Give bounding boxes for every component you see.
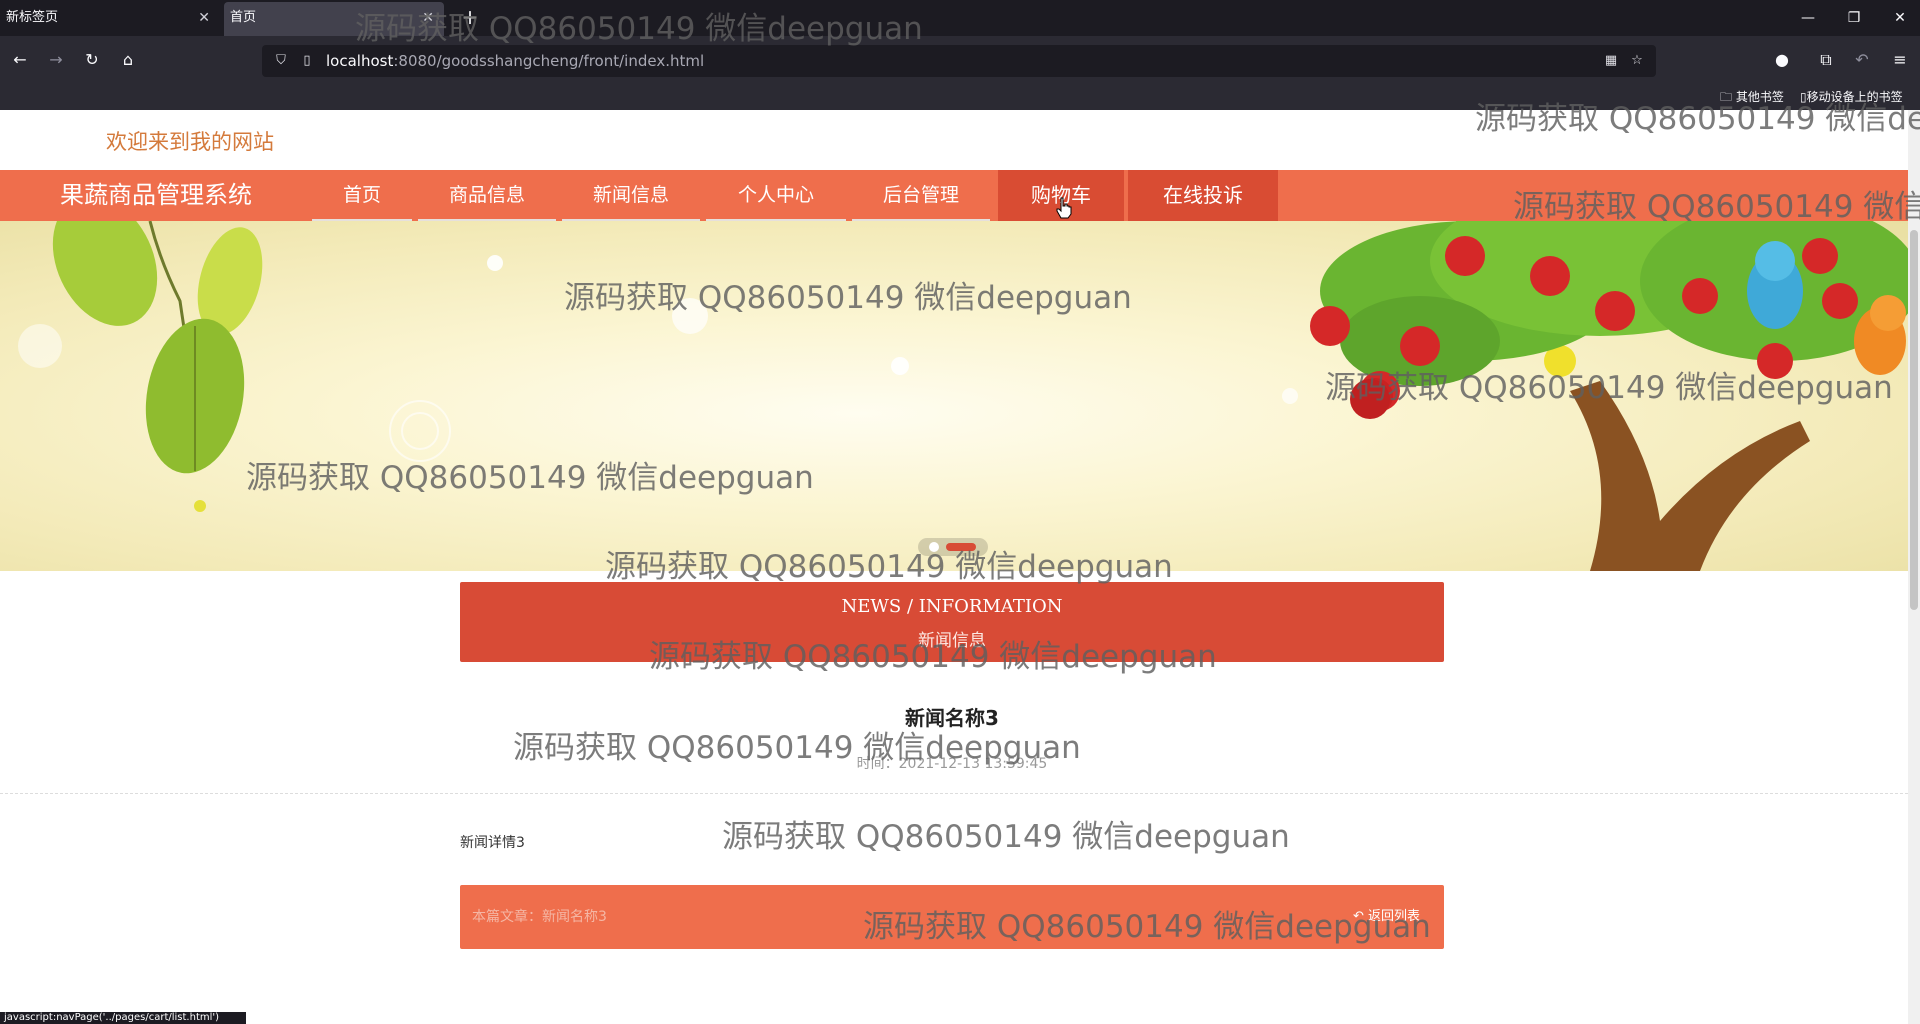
page-icon: ▯ — [303, 53, 311, 68]
address-bar[interactable]: ⛉ ▯ localhost:8080/goodsshangcheng/front… — [262, 45, 1656, 77]
bookmark-star-icon[interactable]: ☆ — [1626, 45, 1648, 77]
news-time: 时间：2021-12-13 13:59:45 — [856, 756, 1048, 772]
nav-home[interactable]: 首页 — [312, 170, 412, 221]
forward-arrow-icon[interactable]: → — [40, 44, 72, 76]
status-bar: javascript:navPage('../pages/cart/list.h… — [0, 1012, 246, 1024]
new-tab-plus-icon[interactable]: + — [458, 0, 482, 36]
menu-icon[interactable]: ≡ — [1884, 44, 1916, 76]
undo-icon[interactable]: ↶ — [1846, 44, 1878, 76]
bookmark-mobile[interactable]: ▯移动设备上的书签 — [1800, 84, 1903, 110]
extensions-icon[interactable]: ⧉ — [1810, 44, 1842, 76]
site-navbar: 果蔬商品管理系统 首页 商品信息 新闻信息 个人中心 后台管理 购物车 在线投诉 — [0, 170, 1908, 221]
close-tab-icon[interactable]: ✕ — [422, 2, 434, 34]
scrollbar-thumb[interactable] — [1910, 230, 1918, 610]
tab-title: 新标签页 — [6, 10, 59, 25]
close-tab-icon[interactable]: ✕ — [198, 0, 210, 36]
carousel-dot[interactable] — [929, 542, 939, 552]
news-header-cn: 新闻信息 — [918, 631, 986, 651]
current-article-label: 本篇文章：新闻名称3 — [472, 909, 607, 925]
close-window-icon[interactable]: ✕ — [1877, 0, 1920, 36]
divider — [0, 793, 1908, 794]
site-brand: 果蔬商品管理系统 — [60, 181, 252, 209]
tab-new-tab[interactable]: 新标签页 ✕ — [0, 0, 220, 36]
reload-icon[interactable]: ↻ — [76, 44, 108, 76]
restore-icon[interactable]: ❐ — [1831, 0, 1877, 36]
url-path: :8080/goodsshangcheng/front/index.html — [393, 52, 705, 70]
account-icon[interactable]: ● — [1766, 44, 1798, 76]
bookmark-other[interactable]: 🗀 其他书签 — [1720, 84, 1784, 110]
news-detail: 新闻详情3 — [460, 835, 525, 851]
url-host: localhost — [326, 52, 394, 70]
bookmarks-bar: 🗀 其他书签 ▯移动设备上的书签 — [0, 84, 1920, 110]
nav-news[interactable]: 新闻信息 — [562, 170, 700, 221]
back-arrow-icon: ↶ — [1352, 909, 1368, 924]
minimize-icon[interactable]: — — [1785, 0, 1831, 36]
tab-home[interactable]: 首页 ✕ — [224, 2, 444, 36]
back-arrow-icon[interactable]: ← — [4, 44, 36, 76]
hand-cursor-icon — [1056, 197, 1072, 219]
tab-title: 首页 — [230, 10, 257, 25]
bookmark-label: 移动设备上的书签 — [1806, 90, 1903, 104]
news-section-header: NEWS / INFORMATION 新闻信息 — [460, 582, 1444, 662]
browser-tab-bar: 新标签页 ✕ 首页 ✕ + — ❐ ✕ — [0, 0, 1920, 36]
carousel-dots[interactable] — [918, 538, 988, 556]
back-to-list-label: 返回列表 — [1367, 909, 1420, 924]
carousel-dot-active[interactable] — [946, 543, 976, 551]
watermark: 源码获取 QQ86050149 微信deepguan — [722, 819, 1290, 855]
nav-profile[interactable]: 个人中心 — [706, 170, 846, 221]
hero-banner — [0, 221, 1908, 571]
home-icon[interactable]: ⌂ — [112, 44, 144, 76]
bookmark-label: 其他书签 — [1735, 90, 1784, 104]
page-scrollbar[interactable] — [1908, 110, 1920, 1024]
back-to-list-button[interactable]: ↶ 返回列表 — [1353, 885, 1420, 949]
qr-code-icon[interactable]: ▦ — [1600, 45, 1622, 77]
news-title: 新闻名称3 — [905, 706, 999, 730]
nav-complaint[interactable]: 在线投诉 — [1128, 170, 1278, 221]
news-header-en: NEWS / INFORMATION — [841, 596, 1063, 617]
banner-illustration — [18, 221, 1908, 571]
shield-icon[interactable]: ⛉ — [270, 45, 292, 77]
article-footer-bar: 本篇文章：新闻名称3 ↶ 返回列表 — [460, 885, 1444, 949]
welcome-text: 欢迎来到我的网站 — [106, 130, 274, 154]
nav-goods[interactable]: 商品信息 — [418, 170, 556, 221]
nav-admin[interactable]: 后台管理 — [852, 170, 990, 221]
url-text[interactable]: localhost:8080/goodsshangcheng/front/ind… — [326, 45, 704, 77]
